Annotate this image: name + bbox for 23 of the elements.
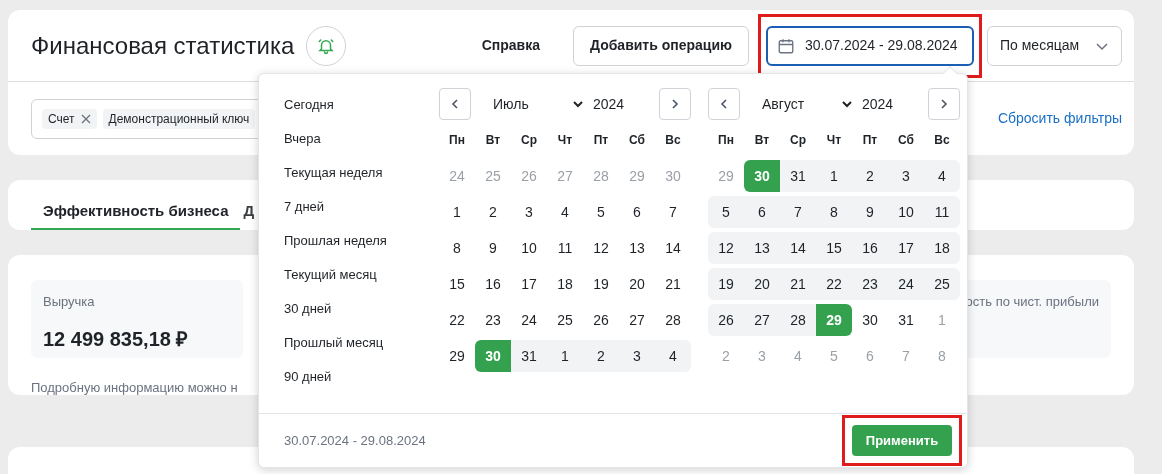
metric-value: 12 499 835,18 ₽ bbox=[43, 326, 190, 352]
weekday-label: Вт bbox=[753, 132, 771, 149]
filter-chip: Счет bbox=[42, 108, 97, 129]
page-title: Финансовая статистика bbox=[31, 30, 295, 61]
weekday-label: Ср bbox=[520, 132, 538, 149]
year-label: 2024 bbox=[862, 94, 894, 114]
metric-label: Выручка bbox=[43, 293, 96, 311]
filter-chip: Демонстрационный ключ bbox=[102, 108, 256, 129]
weekday-label: Вс bbox=[933, 132, 951, 149]
weekday-label: Чт bbox=[825, 132, 843, 149]
year-label: 2024 bbox=[593, 94, 625, 114]
selected-range-text: 30.07.2024 - 29.08.2024 bbox=[284, 431, 426, 450]
weekday-label: Ср bbox=[789, 132, 807, 149]
weekday-label: Вс bbox=[664, 132, 682, 149]
weekday-label: Вт bbox=[484, 132, 502, 149]
weekday-label: Сб bbox=[628, 132, 646, 149]
weekday-label: Пт bbox=[592, 132, 610, 149]
weekday-label: Чт bbox=[556, 132, 574, 149]
weekday-label: Пт bbox=[861, 132, 879, 149]
weekday-label: Пн bbox=[448, 132, 466, 149]
weekday-label: Сб bbox=[897, 132, 915, 149]
info-text: Подробную информацию можно н bbox=[31, 379, 239, 397]
weekday-label: Пн bbox=[717, 132, 735, 149]
